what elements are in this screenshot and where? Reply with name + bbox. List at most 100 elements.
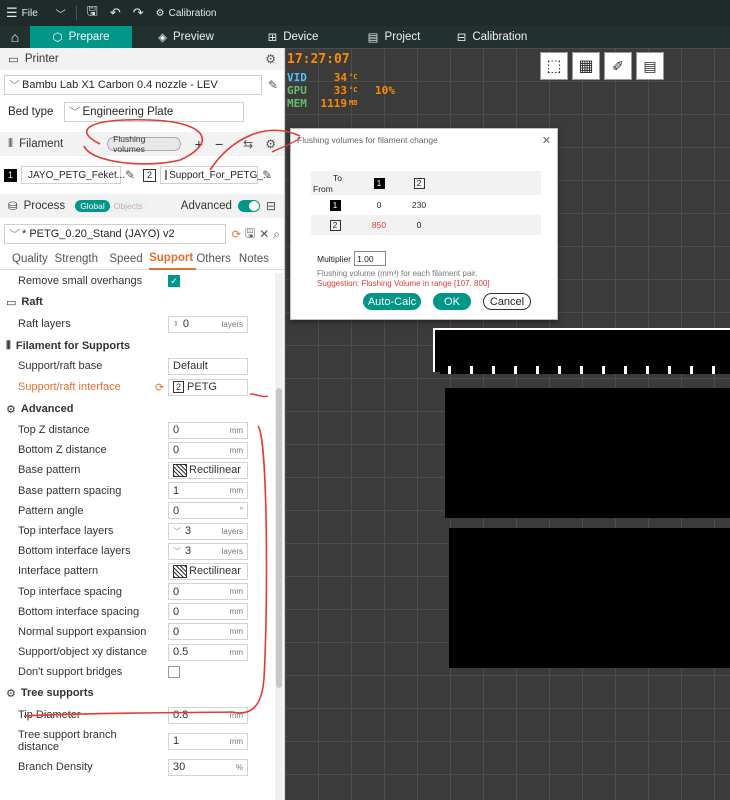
support-base-select[interactable]: Default <box>168 357 248 375</box>
branch-distance-input[interactable]: 1 mm <box>168 732 248 750</box>
setting-input[interactable]: 0 ° <box>168 502 248 520</box>
stepper-icon: ⇕ <box>173 321 179 328</box>
reset-icon[interactable]: ⟳ <box>232 228 241 241</box>
layers-icon: ◈ <box>158 32 167 44</box>
add-object-icon[interactable]: ⬚ <box>540 52 568 80</box>
tab-strength[interactable]: Strength <box>55 253 110 265</box>
matrix-row: 2 850 0 <box>311 215 541 235</box>
filament-icon: ⦀ <box>6 339 11 352</box>
dont-support-bridges-checkbox[interactable] <box>168 666 180 679</box>
matrix-cell[interactable]: 230 <box>399 200 439 210</box>
printer-settings-icon[interactable]: ⚙ <box>265 52 276 66</box>
filament-select-1[interactable]: JAYO_PETG_Feket... <box>21 166 125 184</box>
setting-input[interactable]: 0 mm <box>168 421 248 439</box>
auto-calc-button[interactable]: Auto-Calc <box>363 293 421 310</box>
filament-slot-index: 1 <box>4 168 17 182</box>
close-icon[interactable]: ✕ <box>542 134 551 147</box>
sync-icon[interactable]: ⇆ <box>243 137 253 151</box>
add-filament-icon[interactable]: + <box>195 136 203 152</box>
printer-select[interactable]: ﹀ Bambu Lab X1 Carbon 0.4 nozzle - LEV <box>4 75 262 95</box>
global-objects-toggle[interactable]: Global Objects <box>75 200 147 212</box>
device-icon: ⊞ <box>267 32 278 44</box>
save-button[interactable]: 🖫 <box>81 0 104 26</box>
tab-others[interactable]: Others <box>196 253 239 265</box>
setting-input[interactable]: Rectilinear <box>168 461 248 479</box>
tab-calibration[interactable]: ⊟ Calibration <box>442 26 542 48</box>
unit-label: mm <box>229 445 243 455</box>
edit-icon[interactable]: ✎ <box>268 78 278 92</box>
close-icon[interactable]: ✕ <box>259 227 269 241</box>
setting-value: 0 <box>173 424 180 437</box>
tree-gear-icon: ⚙ <box>6 687 16 700</box>
tab-quality[interactable]: Quality <box>12 253 55 265</box>
tab-preview[interactable]: ◈ Preview <box>132 26 240 48</box>
grid-icon[interactable]: ▦ <box>572 52 600 80</box>
settings-scrollbar[interactable] <box>275 273 283 800</box>
unit-label: mm <box>229 627 243 637</box>
setting-value: Rectilinear <box>189 464 241 477</box>
advanced-toggle[interactable] <box>237 200 260 212</box>
performance-overlay: 17:27:07 VID 34 °C GPU 33 °C 10% MEM 1119 MB <box>287 52 395 110</box>
remove-filament-icon[interactable]: − <box>215 136 223 152</box>
multiplier-label: Multiplier <box>317 253 352 264</box>
search-icon[interactable]: ⌕ <box>273 227 280 242</box>
matrix-cell[interactable]: 850 <box>359 220 399 230</box>
tip-diameter-input[interactable]: 0.8 mm <box>168 706 248 724</box>
multiplier-input[interactable]: 1.00 <box>354 251 387 266</box>
compare-icon[interactable]: ⊟ <box>266 199 276 213</box>
stat-row: MEM 1119 MB <box>287 97 395 110</box>
matrix-cell[interactable]: 0 <box>399 220 439 230</box>
redo-button[interactable]: ↷ <box>127 0 150 26</box>
objects-option[interactable]: Objects <box>110 200 147 212</box>
remove-small-overhangs-checkbox[interactable]: ✓ <box>168 275 180 287</box>
setting-input[interactable]: 0.5 mm <box>168 643 248 661</box>
clock-readout: 17:27:07 <box>287 52 350 67</box>
calibration-menu[interactable]: ⚙ Calibration <box>150 0 223 26</box>
support-interface-select[interactable]: 2 PETG <box>168 378 248 396</box>
setting-input[interactable]: 0 mm <box>168 441 248 459</box>
model-part[interactable] <box>449 528 730 668</box>
tab-device[interactable]: ⊞ Device <box>240 26 346 48</box>
tree-supports-group-header: ⚙ Tree supports <box>0 682 284 704</box>
arrange-icon[interactable]: ▤ <box>636 52 664 80</box>
setting-label: Base pattern <box>18 464 81 477</box>
tab-notes[interactable]: Notes <box>239 253 272 265</box>
setting-value: 3 <box>185 525 192 538</box>
branch-density-input[interactable]: 30 % <box>168 758 248 776</box>
home-button[interactable]: ⌂ <box>0 26 30 48</box>
process-preset-select[interactable]: ﹀ * PETG_0.20_Stand (JAYO) v2 <box>4 224 226 244</box>
matrix-cell[interactable]: 0 <box>359 200 399 210</box>
stat-row: VID 34 °C <box>287 71 395 84</box>
setting-input[interactable]: 1 mm <box>168 482 248 500</box>
setting-input[interactable]: Rectilinear <box>168 562 248 580</box>
redo-icon: ↷ <box>132 5 144 20</box>
setting-input[interactable]: ﹀ 3 layers <box>168 522 248 540</box>
edit-icon[interactable]: ✎ <box>125 168 135 182</box>
setting-input[interactable]: ﹀ 3 layers <box>168 542 248 560</box>
auto-orient-icon[interactable]: ✐ <box>604 52 632 80</box>
undo-button[interactable]: ↶ <box>104 0 127 26</box>
scrollbar-thumb[interactable] <box>276 388 282 688</box>
calibration-gear-icon: ⚙ <box>155 7 165 19</box>
cancel-button[interactable]: Cancel <box>483 293 531 310</box>
bed-type-select[interactable]: ﹀ Engineering Plate <box>64 102 244 122</box>
tab-prepare[interactable]: ⬡ Prepare <box>30 26 132 48</box>
save-icon[interactable]: 🖫 <box>245 224 255 245</box>
ok-button[interactable]: OK <box>433 293 471 310</box>
filament-select-2[interactable]: Support_For_PETG_... <box>160 166 271 184</box>
model-part[interactable] <box>445 388 730 518</box>
dialog-buttons: Auto-Calc OK Cancel <box>363 293 531 310</box>
global-option[interactable]: Global <box>75 200 110 212</box>
reset-icon[interactable]: ⟳ <box>155 381 164 394</box>
setting-input[interactable]: 0 mm <box>168 603 248 621</box>
tab-speed[interactable]: Speed <box>109 253 149 265</box>
setting-input[interactable]: 0 mm <box>168 623 248 641</box>
tab-support[interactable]: Support <box>149 248 197 270</box>
raft-layers-input[interactable]: ⇕ 0 layers <box>168 315 248 333</box>
edit-icon[interactable]: ✎ <box>262 168 272 182</box>
flushing-volumes-button[interactable]: Flushing volumes <box>107 134 181 154</box>
filament-settings-icon[interactable]: ⚙ <box>265 137 276 151</box>
setting-input[interactable]: 0 mm <box>168 583 248 601</box>
tab-project[interactable]: ▤ Project <box>346 26 442 48</box>
file-menu[interactable]: ☰ File ﹀ <box>0 0 72 26</box>
